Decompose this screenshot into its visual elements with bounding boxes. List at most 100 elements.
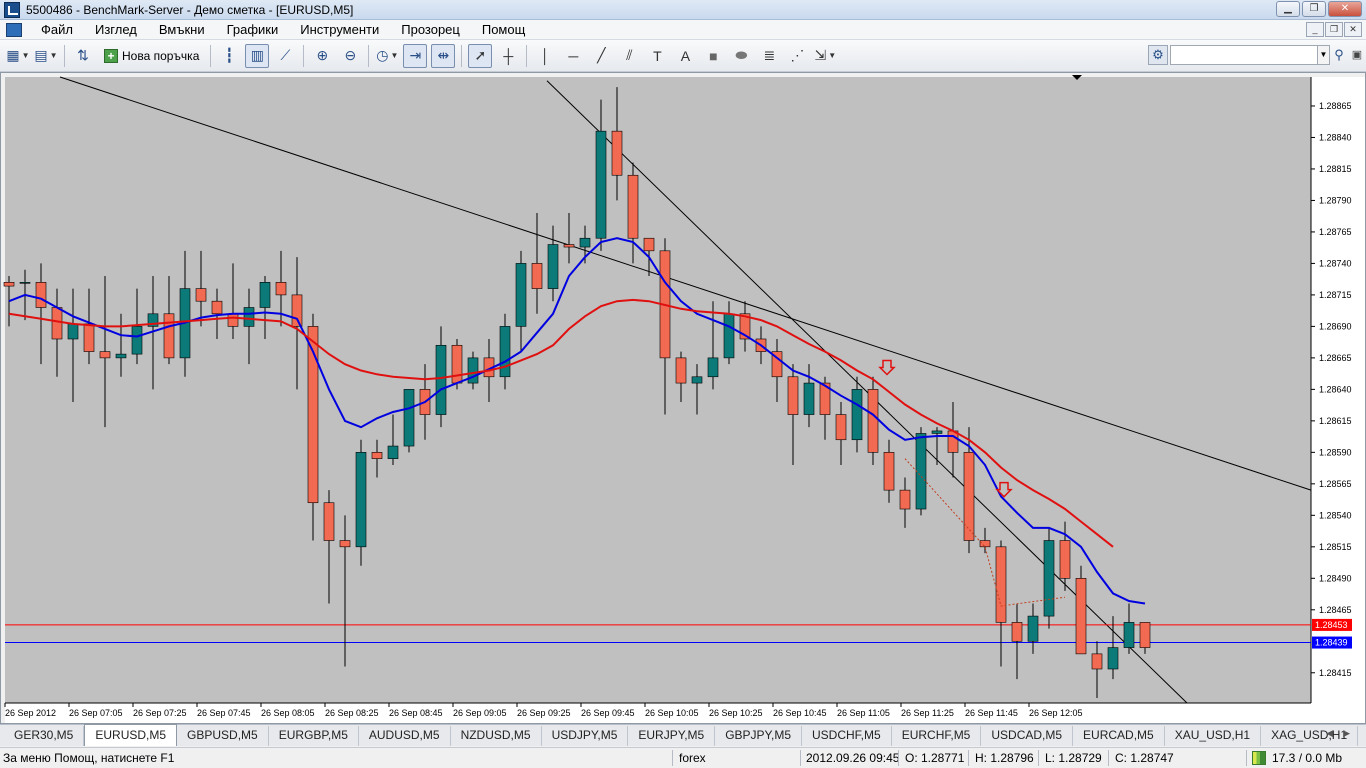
new-order-button[interactable]: + Нова поръчка (99, 44, 204, 68)
community-icon[interactable]: ▣ (1348, 45, 1366, 65)
candle-body (355, 452, 367, 548)
candlestick-chart-icon[interactable]: ▥ (245, 43, 270, 68)
price-chart[interactable]: 1.28865 1.28840 1.28815 1.28790 1.28765 1.287… (1, 73, 1365, 723)
mdi-minimize-button[interactable]: _ (1306, 22, 1324, 37)
x-tick-label: 26 Sep 08:45 (389, 708, 443, 718)
y-tick-label: 1.28415 (1319, 668, 1352, 678)
status-open: O: 1.28771 (905, 751, 965, 765)
x-tick-label: 26 Sep 09:25 (517, 708, 571, 718)
tab-eurjpy-m5[interactable]: EURJPY,M5 (628, 726, 716, 746)
toolbar-separator (303, 44, 305, 67)
menu-window[interactable]: Прозорец (390, 21, 471, 39)
chart-window-icon[interactable] (6, 22, 22, 37)
toolbar-separator (461, 44, 463, 67)
cursor-icon[interactable]: ➚ (468, 43, 493, 68)
tab-eurchf-m5[interactable]: EURCHF,M5 (892, 726, 982, 746)
y-tick-label: 1.28490 (1319, 573, 1352, 583)
mdi-restore-button[interactable]: ❐ (1325, 22, 1343, 37)
status-close: C: 1.28747 (1115, 751, 1174, 765)
tab-eurgbp-m5[interactable]: EURGBP,M5 (269, 726, 359, 746)
chart-window[interactable]: 1.28865 1.28840 1.28815 1.28790 1.28765 1.287… (0, 72, 1366, 724)
tab-scroll-arrows[interactable]: ◀▶ (1326, 728, 1360, 739)
mdi-close-button[interactable]: ✕ (1344, 22, 1362, 37)
tab-audusd-m5[interactable]: AUDUSD,M5 (359, 726, 451, 746)
candle-body (835, 414, 847, 441)
title-bar: 5500486 - BenchMark-Server - Демо сметка… (0, 0, 1366, 20)
search-dropdown-icon[interactable]: ▼ (1318, 45, 1330, 65)
toolbar-separator (526, 44, 528, 67)
candle-body (115, 353, 127, 359)
menu-tools[interactable]: Инструменти (289, 21, 390, 39)
x-tick-label: 26 Sep 09:05 (453, 708, 507, 718)
tab-eurusd-m5[interactable]: EURUSD,M5 (84, 724, 178, 746)
search-input[interactable] (1170, 45, 1318, 65)
search-settings-icon[interactable]: ⚙ (1148, 45, 1168, 65)
candle-body (195, 288, 207, 302)
restore-button[interactable]: ❐ (1302, 1, 1326, 17)
candle-body (899, 489, 911, 510)
autoscroll-icon[interactable]: ⇥ (403, 43, 428, 68)
trendline-icon[interactable]: ╱ (589, 44, 613, 68)
minimize-button[interactable]: ▁ (1276, 1, 1300, 17)
zoom-in-icon[interactable]: ⊕ (310, 44, 334, 68)
candle-body (435, 344, 447, 415)
candle-body (67, 323, 79, 340)
menu-help[interactable]: Помощ (471, 21, 536, 39)
fibonacci-fan-icon[interactable]: ⋰ (785, 44, 809, 68)
vertical-line-icon[interactable]: │ (533, 44, 557, 68)
equidistant-channel-icon[interactable]: ⫽ (617, 44, 641, 68)
crosshair-icon[interactable]: ┼ (496, 44, 520, 68)
tab-usdjpy-m5[interactable]: USDJPY,M5 (542, 726, 629, 746)
window-title: 5500486 - BenchMark-Server - Демо сметка… (26, 2, 354, 17)
tab-eurcad-m5[interactable]: EURCAD,M5 (1073, 726, 1165, 746)
tab-ger30-m5[interactable]: GER30,M5 (4, 726, 85, 746)
status-traffic: 17.3 / 0.0 Mb (1272, 751, 1343, 765)
tab-gbpusd-m5[interactable]: GBPUSD,M5 (177, 726, 269, 746)
candle-body (387, 445, 399, 459)
x-tick-label: 26 Sep 07:05 (69, 708, 123, 718)
candle-body (963, 452, 975, 541)
menu-view[interactable]: Изглед (84, 21, 148, 39)
toolbar-separator (368, 44, 370, 67)
search-icon[interactable]: ⚲ (1330, 45, 1348, 65)
candle-body (1059, 540, 1071, 579)
periods-clock-icon[interactable]: ◷ ▼ (375, 44, 399, 68)
text-icon[interactable]: A (673, 44, 697, 68)
tab-usdcad-m5[interactable]: USDCAD,M5 (981, 726, 1074, 746)
menu-file[interactable]: Файл (30, 21, 84, 39)
candle-body (291, 294, 303, 327)
menu-insert[interactable]: Вмъкни (148, 21, 216, 39)
connection-status-icon[interactable] (1252, 751, 1266, 765)
line-chart-icon[interactable]: ⟋ (273, 44, 297, 68)
tab-usdchf-m5[interactable]: USDCHF,M5 (802, 726, 892, 746)
new-chart-button[interactable]: ▦ ▼ (6, 44, 30, 68)
text-label-icon[interactable]: T (645, 44, 669, 68)
tab-nzdusd-m5[interactable]: NZDUSD,M5 (451, 726, 542, 746)
y-tick-label: 1.28815 (1319, 164, 1352, 174)
chart-shift-icon[interactable]: ⇹ (431, 43, 456, 68)
status-profile: forex (679, 751, 706, 765)
ellipse-icon[interactable]: ⬬ (729, 44, 753, 68)
arrows-icon[interactable]: ⇲ ▼ (813, 44, 837, 68)
profiles-button[interactable]: ▤ ▼ (34, 44, 58, 68)
close-button[interactable]: ✕ (1328, 1, 1362, 17)
market-watch-icon[interactable]: ⇅ (71, 44, 95, 68)
menu-charts[interactable]: Графики (216, 21, 290, 39)
candle-body (979, 540, 991, 548)
app-icon (4, 1, 20, 18)
zoom-out-icon[interactable]: ⊖ (338, 44, 362, 68)
tab-gbpjpy-m5[interactable]: GBPJPY,M5 (715, 726, 803, 746)
horizontal-line-icon[interactable]: ─ (561, 44, 585, 68)
candle-body (563, 244, 575, 248)
status-datetime: 2012.09.26 09:45 (806, 751, 900, 765)
bid-price-label: 1.28453 (1315, 620, 1348, 630)
tab-xau-usd-h1[interactable]: XAU_USD,H1 (1165, 726, 1262, 746)
fibonacci-icon[interactable]: ≣ (757, 44, 781, 68)
x-tick-label: 26 Sep 10:25 (709, 708, 763, 718)
rectangle-icon[interactable]: ■ (701, 44, 725, 68)
bar-chart-icon[interactable]: ┇ (217, 44, 241, 68)
status-high: H: 1.28796 (975, 751, 1034, 765)
candle-body (499, 326, 511, 378)
y-tick-label: 1.28465 (1319, 605, 1352, 615)
status-bar: За меню Помощ, натиснете F1 forex 2012.0… (0, 747, 1366, 768)
